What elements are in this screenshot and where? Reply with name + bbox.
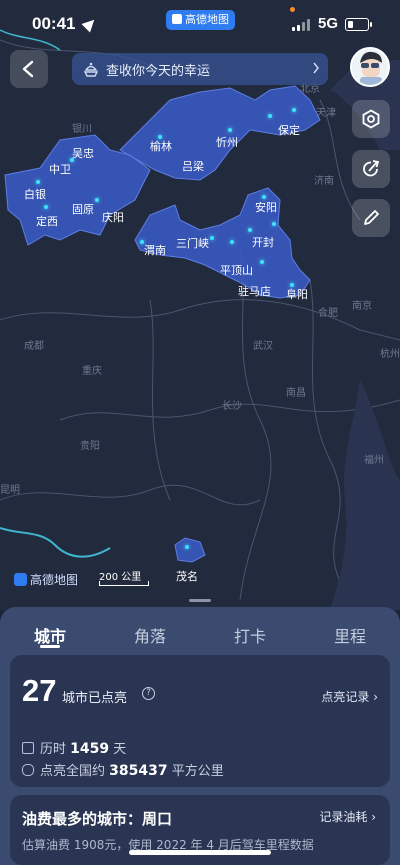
signal-icon	[292, 19, 312, 31]
city-label: 开封	[252, 236, 274, 249]
home-indicator	[129, 850, 271, 855]
tab-cities[interactable]: 城市	[34, 623, 66, 647]
fuel-record-link[interactable]: 记录油耗 ›	[319, 808, 376, 825]
amap-icon	[172, 14, 182, 24]
chevron-right-icon	[313, 62, 319, 74]
fortune-banner[interactable]: 查收你今天的幸运	[72, 53, 328, 85]
avatar[interactable]	[350, 47, 390, 87]
chevron-left-icon	[22, 60, 34, 78]
share-button[interactable]	[352, 150, 390, 188]
area-row: 点亮全国约 385437 平方公里	[22, 760, 224, 779]
city-label: 武汉	[253, 341, 273, 352]
city-label: 榆林	[150, 140, 172, 153]
duration-value: 1459	[70, 741, 110, 757]
amap-logo-icon	[14, 573, 27, 586]
map-dot	[210, 236, 214, 240]
lit-city-count: 27	[22, 673, 57, 708]
hexagon-icon	[362, 109, 380, 129]
duration-row: 历时 1459 天	[22, 738, 126, 757]
share-icon	[363, 160, 380, 177]
city-label: 阜阳	[286, 288, 308, 301]
map-dot	[292, 108, 296, 112]
city-label: 昆明	[0, 485, 20, 496]
map-dot	[260, 260, 264, 264]
car-icon	[22, 764, 34, 776]
map-dot	[185, 545, 189, 549]
status-bar: 00:41 高德地图 5G	[0, 0, 400, 50]
map-dot	[44, 205, 48, 209]
city-label: 三门峡	[176, 237, 209, 250]
location-arrow-icon	[81, 15, 99, 33]
city-label: 固原	[72, 203, 94, 216]
avatar-image	[352, 49, 388, 85]
status-time: 00:41	[32, 14, 76, 33]
sheet-handle[interactable]	[189, 599, 211, 602]
city-label: 安阳	[255, 201, 277, 214]
city-label: 重庆	[82, 366, 102, 377]
map-view[interactable]: 银川 吴忠 中卫 白银 固原 定西 庆阳 榆林 吕梁 忻州 保定 北京 天津 济…	[0, 0, 400, 610]
city-label: 南昌	[286, 388, 306, 399]
tab-corners[interactable]: 角落	[134, 623, 166, 647]
city-label: 杭州	[380, 349, 400, 360]
map-dot	[268, 114, 272, 118]
city-label: 银川	[72, 124, 92, 135]
network-type: 5G	[318, 15, 339, 32]
city-label: 平顶山	[220, 264, 253, 277]
check-calendar-icon	[22, 742, 34, 754]
city-label: 保定	[278, 124, 300, 137]
city-label: 合肥	[318, 308, 338, 319]
fortune-text: 查收你今天的幸运	[106, 64, 211, 79]
help-icon[interactable]: ?	[142, 687, 155, 700]
pencil-icon	[364, 210, 379, 225]
city-label: 福州	[364, 455, 384, 466]
map-dot	[36, 180, 40, 184]
map-dot	[95, 198, 99, 202]
lit-city-label: 城市已点亮	[62, 691, 128, 706]
city-label: 白银	[24, 188, 46, 201]
map-dot	[228, 128, 232, 132]
city-label: 驻马店	[238, 285, 271, 298]
city-label: 长沙	[222, 401, 242, 412]
tab-checkin[interactable]: 打卡	[234, 623, 266, 647]
summary-card: 27 城市已点亮 ? 点亮记录 › 历时 1459 天 点亮全国约 385437…	[10, 655, 390, 787]
bottom-sheet: 城市 角落 打卡 里程 27 城市已点亮 ? 点亮记录 › 历时 1459 天 …	[0, 607, 400, 865]
city-label: 忻州	[216, 136, 238, 149]
city-label: 贵阳	[80, 441, 100, 452]
layers-button[interactable]	[352, 100, 390, 138]
city-label: 吕梁	[182, 160, 204, 173]
map-dot	[272, 222, 276, 226]
active-tab-indicator	[40, 645, 60, 648]
city-label: 定西	[36, 215, 58, 228]
city-label: 济南	[314, 176, 334, 187]
privacy-indicator	[290, 7, 295, 12]
back-button[interactable]	[10, 50, 48, 88]
city-label: 茂名	[176, 570, 198, 583]
map-background	[0, 29, 400, 610]
city-label: 成都	[24, 341, 44, 352]
city-label: 南京	[352, 301, 372, 312]
app-badge[interactable]: 高德地图	[166, 10, 235, 30]
city-label: 天津	[316, 108, 336, 119]
map-scale: 200 公里	[99, 568, 149, 586]
edit-button[interactable]	[352, 199, 390, 237]
fuel-title: 油费最多的城市：周口	[22, 810, 173, 828]
fortune-icon	[83, 62, 99, 77]
city-label: 吴忠	[72, 147, 94, 160]
area-value: 385437	[109, 763, 168, 779]
map-dot	[230, 240, 234, 244]
map-dot	[248, 228, 252, 232]
city-label: 庆阳	[102, 211, 124, 224]
tab-mileage[interactable]: 里程	[334, 623, 366, 647]
map-logo: 高德地图	[14, 571, 78, 588]
light-records-link[interactable]: 点亮记录 ›	[321, 688, 378, 705]
city-label: 中卫	[49, 163, 71, 176]
battery-icon	[345, 18, 372, 31]
city-label: 渭南	[144, 244, 166, 257]
